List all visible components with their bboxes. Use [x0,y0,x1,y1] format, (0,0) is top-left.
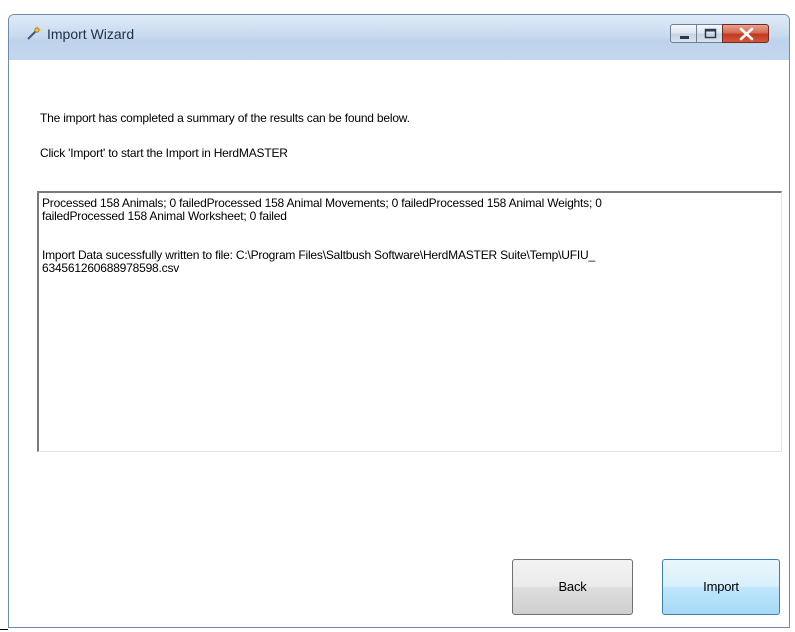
results-spacer [42,223,777,249]
title-bar[interactable]: Import Wizard [9,15,789,60]
minimize-button[interactable] [670,24,697,43]
close-button[interactable] [722,24,769,43]
results-textbox[interactable]: Processed 158 Animals; 0 failedProcessed… [37,191,782,452]
completion-message: The import has completed a summary of th… [40,111,410,125]
window-edge-mark [0,629,8,630]
back-button[interactable]: Back [512,559,633,615]
close-icon [739,27,754,41]
import-wizard-window: Import Wizard The import has completed a… [8,14,790,628]
minimize-icon [680,36,689,39]
wand-icon [25,26,41,42]
import-button[interactable]: Import [662,559,780,615]
instruction-message: Click 'Import' to start the Import in He… [40,146,288,160]
window-title: Import Wizard [47,26,135,42]
file-line-2: 634561260688978598.csv [42,261,180,275]
summary-line-2: failedProcessed 158 Animal Worksheet; 0 … [42,209,287,223]
maximize-icon [704,28,717,39]
maximize-button[interactable] [696,24,723,43]
